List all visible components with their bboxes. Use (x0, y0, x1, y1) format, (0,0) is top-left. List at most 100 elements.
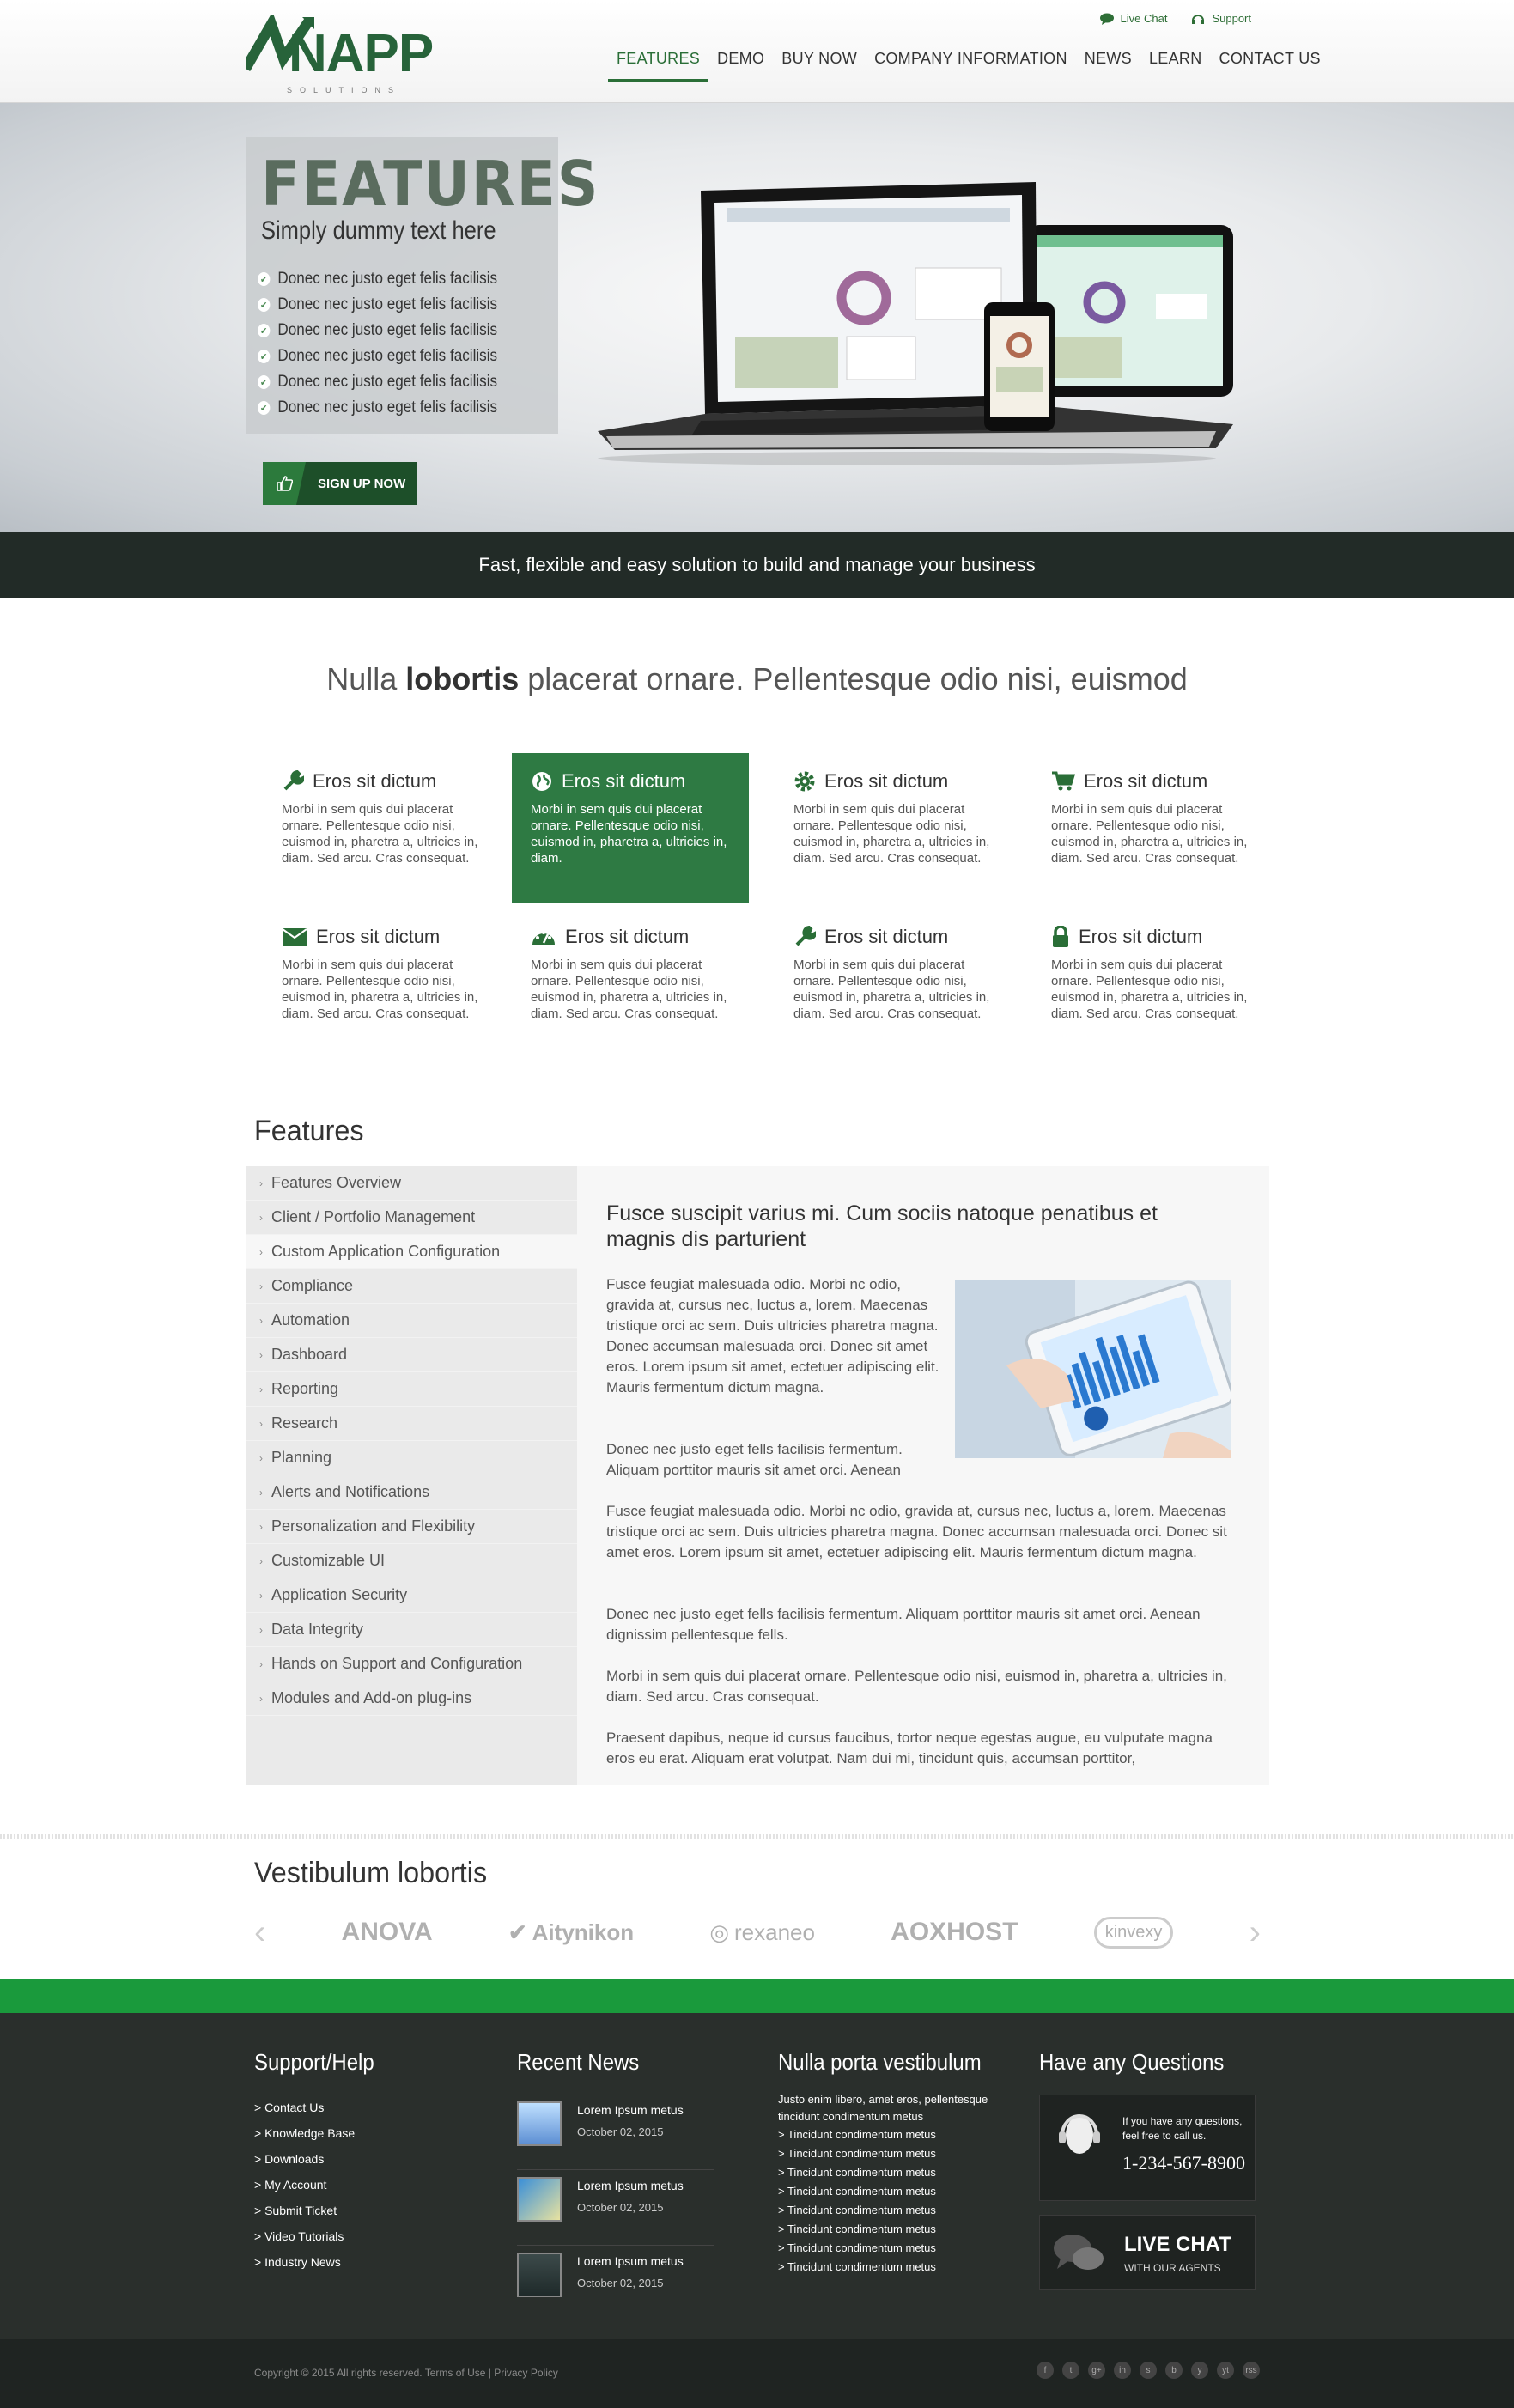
dashboard-icon (532, 931, 555, 945)
yahoo-icon[interactable]: y (1191, 2362, 1208, 2379)
nav-news[interactable]: NEWS (1076, 48, 1140, 82)
live-chat-box[interactable]: LIVE CHAT WITH OUR AGENTS (1039, 2215, 1256, 2290)
footer-link[interactable]: > Contact Us (254, 2095, 385, 2120)
content-paragraph: Fusce feugiat malesuada odio. Morbi nc o… (606, 1503, 1227, 1560)
check-icon: ✔ (258, 401, 271, 415)
feature-card[interactable]: Eros sit dictum Morbi in sem quis dui pl… (263, 753, 500, 903)
footer-link[interactable]: > Tincidunt condimentum metus (778, 2144, 1010, 2163)
hero-bullet-text: Donec nec justo eget felis facilisis (277, 347, 498, 365)
footer-link[interactable]: > Knowledge Base (254, 2120, 385, 2146)
client-logo-aitynikon[interactable]: ✔ Aitynikon (508, 1919, 634, 1946)
twitter-icon[interactable]: t (1062, 2362, 1079, 2379)
menu-item-reporting[interactable]: › Reporting (246, 1372, 577, 1407)
chevron-right-icon: › (259, 1623, 263, 1636)
rss-icon[interactable]: rss (1243, 2362, 1260, 2379)
youtube-icon[interactable]: yt (1217, 2362, 1234, 2379)
feature-card-highlighted[interactable]: Eros sit dictum Morbi in sem quis dui pl… (512, 753, 749, 903)
footer-link[interactable]: > Tincidunt condimentum metus (778, 2239, 1010, 2258)
chevron-right-icon: › (259, 1211, 263, 1224)
menu-item-label: Data Integrity (271, 1621, 364, 1638)
phone-number[interactable]: 1-234-567-8900 (1122, 2152, 1245, 2174)
menu-item-hands-on-support[interactable]: › Hands on Support and Configuration (246, 1647, 577, 1681)
client-logo-anova[interactable]: ANOVA (342, 1918, 433, 1947)
footer-link[interactable]: > Industry News (254, 2249, 385, 2275)
chevron-right-icon: › (259, 1417, 263, 1430)
footer-link[interactable]: > Submit Ticket (254, 2198, 385, 2223)
menu-item-client-portfolio-management[interactable]: › Client / Portfolio Management (246, 1201, 577, 1235)
menu-item-label: Features Overview (271, 1174, 402, 1191)
menu-item-application-security[interactable]: › Application Security (246, 1578, 577, 1613)
section-divider (0, 1834, 1514, 1839)
feature-text: Morbi in sem quis dui placerat ornare. P… (282, 958, 478, 1021)
feature-card[interactable]: Eros sit dictum Morbi in sem quis dui pl… (1032, 909, 1269, 1058)
nav-contact-us[interactable]: CONTACT US (1211, 48, 1329, 82)
menu-item-planning[interactable]: › Planning (246, 1441, 577, 1475)
menu-item-data-integrity[interactable]: › Data Integrity (246, 1613, 577, 1647)
menu-item-automation[interactable]: › Automation (246, 1304, 577, 1338)
news-item[interactable]: Lorem Ipsum metus October 02, 2015 (517, 2246, 714, 2321)
footer-link[interactable]: > Tincidunt condimentum metus (778, 2125, 1010, 2144)
top-links: Live Chat Support (1099, 12, 1251, 25)
google-plus-icon[interactable]: g+ (1088, 2362, 1105, 2379)
client-logo-rexaneo[interactable]: ◎ rexaneo (709, 1919, 815, 1946)
news-item[interactable]: Lorem Ipsum metus October 02, 2015 (517, 2170, 714, 2246)
menu-item-label: Client / Portfolio Management (271, 1208, 476, 1225)
feature-card-title-row: Eros sit dictum (531, 770, 730, 793)
linkedin-icon[interactable]: in (1114, 2362, 1131, 2379)
site-footer: Support/Help > Contact Us > Knowledge Ba… (0, 2013, 1514, 2339)
footer-link[interactable]: > Downloads (254, 2146, 385, 2172)
menu-item-label: Compliance (271, 1277, 354, 1294)
client-logo-kinvexy[interactable]: kinvexy (1093, 1916, 1174, 1949)
menu-item-personalization[interactable]: › Personalization and Flexibility (246, 1510, 577, 1544)
nav-demo[interactable]: DEMO (708, 48, 773, 82)
feature-card-title-row: Eros sit dictum (531, 926, 730, 948)
footer-link[interactable]: > Tincidunt condimentum metus (778, 2220, 1010, 2239)
carousel-next-arrow-icon[interactable]: › (1250, 1913, 1261, 1952)
news-date: October 02, 2015 (577, 2277, 664, 2289)
blog-icon[interactable]: b (1165, 2362, 1183, 2379)
chat-bubbles-icon (1054, 2235, 1104, 2270)
footer-link[interactable]: > Tincidunt condimentum metus (778, 2201, 1010, 2220)
feature-card[interactable]: Eros sit dictum Morbi in sem quis dui pl… (1032, 753, 1269, 903)
news-item[interactable]: Lorem Ipsum metus October 02, 2015 (517, 2095, 714, 2170)
menu-item-label: Hands on Support and Configuration (271, 1655, 523, 1672)
menu-item-modules-addons[interactable]: › Modules and Add-on plug-ins (246, 1681, 577, 1716)
carousel-prev-arrow-icon[interactable]: ‹ (254, 1913, 265, 1952)
nav-learn[interactable]: LEARN (1140, 48, 1211, 82)
feature-card[interactable]: Eros sit dictum Morbi in sem quis dui pl… (263, 909, 500, 1058)
client-logo-aoxhost[interactable]: AOXHOST (891, 1918, 1018, 1947)
menu-item-label: Research (271, 1414, 338, 1432)
footer-link[interactable]: > My Account (254, 2172, 385, 2198)
footer-link[interactable]: > Tincidunt condimentum metus (778, 2163, 1010, 2182)
napp-logo[interactable]: NAPP SOLUTIONS (246, 15, 445, 98)
support-link[interactable]: Support (1191, 12, 1251, 25)
feature-card[interactable]: Eros sit dictum Morbi in sem quis dui pl… (512, 909, 749, 1058)
feature-card-title-row: Eros sit dictum (282, 770, 481, 793)
feature-text: Morbi in sem quis dui placerat ornare. P… (531, 802, 727, 866)
skype-icon[interactable]: s (1140, 2362, 1157, 2379)
feature-card[interactable]: Eros sit dictum Morbi in sem quis dui pl… (775, 909, 1012, 1058)
menu-item-alerts-notifications[interactable]: › Alerts and Notifications (246, 1475, 577, 1510)
menu-item-research[interactable]: › Research (246, 1407, 577, 1441)
hero-tagline: Fast, flexible and easy solution to buil… (0, 532, 1514, 598)
headset-icon (1192, 14, 1205, 24)
menu-item-customizable-ui[interactable]: › Customizable UI (246, 1544, 577, 1578)
menu-item-dashboard[interactable]: › Dashboard (246, 1338, 577, 1372)
sign-up-now-button[interactable]: SIGN UP NOW (263, 462, 417, 505)
feature-card[interactable]: Eros sit dictum Morbi in sem quis dui pl… (775, 753, 1012, 903)
menu-item-features-overview[interactable]: › Features Overview (246, 1166, 577, 1201)
chat-bubble-icon (1099, 13, 1114, 25)
live-chat-link[interactable]: Live Chat (1099, 12, 1167, 25)
hero-bullet: ✔ Donec nec justo eget felis facilisis (258, 369, 497, 395)
nav-company-information[interactable]: COMPANY INFORMATION (866, 48, 1076, 82)
footer-link[interactable]: > Tincidunt condimentum metus (778, 2258, 1010, 2277)
nav-buy-now[interactable]: BUY NOW (773, 48, 866, 82)
footer-link[interactable]: > Video Tutorials (254, 2223, 385, 2249)
footer-link[interactable]: > Tincidunt condimentum metus (778, 2182, 1010, 2201)
facebook-icon[interactable]: f (1037, 2362, 1054, 2379)
check-icon: ✔ (258, 350, 271, 363)
nav-features[interactable]: FEATURES (608, 48, 709, 82)
live-chat-subtitle: WITH OUR AGENTS (1124, 2262, 1221, 2274)
menu-item-custom-application-configuration[interactable]: › Custom Application Configuration (246, 1235, 577, 1269)
menu-item-compliance[interactable]: › Compliance (246, 1269, 577, 1304)
